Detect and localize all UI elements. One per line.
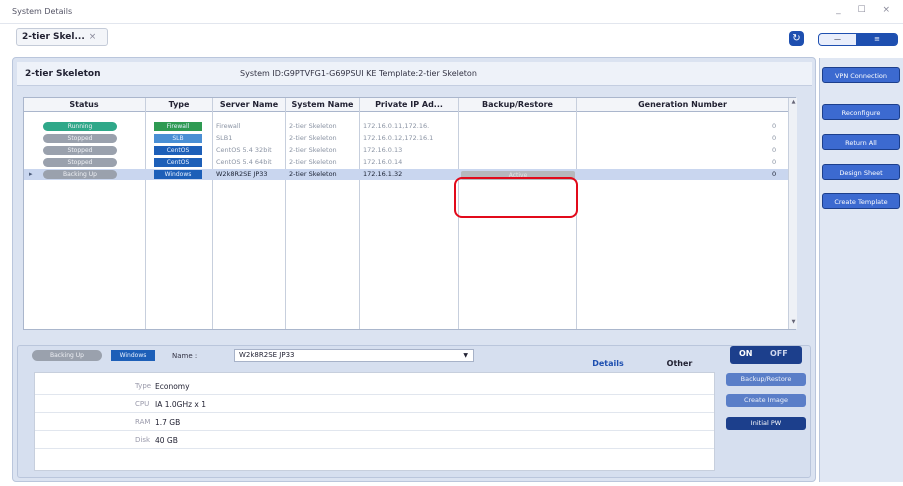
tab-system-skeleton[interactable]: 2-tier Skel... × xyxy=(16,28,108,46)
scroll-up-icon[interactable]: ▲ xyxy=(790,99,797,108)
table-row[interactable]: Stopped CentOS CentOS 5.4 32bit 2-tier Skel… xyxy=(24,145,788,156)
detail-key: RAM xyxy=(135,418,151,426)
table-row[interactable]: Stopped SLB SLB1 2-tier Skeleton 172.16.0.12… xyxy=(24,133,788,144)
system-name-cell: 2-tier Skeleton xyxy=(289,158,337,166)
detail-value: 1.7 GB xyxy=(155,418,181,427)
col-server-name[interactable]: Server Name xyxy=(213,100,285,109)
server-name-select[interactable]: W2k8R2SE JP33 ▼ xyxy=(234,349,474,362)
detail-row: RAM 1.7 GB xyxy=(35,415,714,431)
server-name-cell: W2k8R2SE JP33 xyxy=(216,170,268,178)
col-system-name[interactable]: System Name xyxy=(286,100,359,109)
col-status[interactable]: Status xyxy=(24,100,144,109)
name-label: Name : xyxy=(172,352,198,360)
system-name: 2-tier Skeleton xyxy=(25,69,101,79)
private-ip-cell: 172.16.0.13 xyxy=(363,146,403,154)
col-generation-number[interactable]: Generation Number xyxy=(577,100,788,109)
create-template-button[interactable]: Create Template xyxy=(822,193,900,209)
power-on-button[interactable]: ON xyxy=(739,349,753,358)
detail-value: IA 1.0GHz x 1 xyxy=(155,400,207,409)
private-ip-cell: 172.16.0.11,172.16. xyxy=(363,122,430,130)
detail-key: CPU xyxy=(135,400,150,408)
details-panel: Type Economy CPU IA 1.0GHz x 1 RAM 1.7 G… xyxy=(34,372,715,471)
generation-number-cell: 0 xyxy=(772,158,777,166)
detail-value: 40 GB xyxy=(155,436,178,445)
generation-number-cell: 0 xyxy=(772,134,777,142)
refresh-icon[interactable]: ↻ xyxy=(789,31,804,46)
table-row[interactable]: Running Firewall Firewall 2-tier Skeleton 17… xyxy=(24,121,788,132)
window-titlebar: System Details _ ☐ × xyxy=(0,0,903,24)
server-name-cell: CentOS 5.4 64bit xyxy=(216,158,272,166)
tab-close-icon[interactable]: × xyxy=(89,32,97,42)
design-sheet-button[interactable]: Design Sheet xyxy=(822,164,900,180)
type-badge: SLB xyxy=(154,134,202,143)
initial-pw-button[interactable]: Initial PW xyxy=(726,417,806,430)
window-controls[interactable]: _ ☐ × xyxy=(836,5,897,15)
create-image-button[interactable]: Create Image xyxy=(726,394,806,407)
view-toggle-right[interactable]: ≡ xyxy=(857,34,897,45)
table-header: Status Type Server Name System Name Priv… xyxy=(24,98,797,112)
status-pill: Stopped xyxy=(43,134,117,143)
server-name-value: W2k8R2SE JP33 xyxy=(239,351,295,359)
status-pill: Backing Up xyxy=(43,170,117,179)
view-toggle-left[interactable]: — xyxy=(819,34,857,45)
col-type[interactable]: Type xyxy=(146,100,212,109)
power-off-button[interactable]: OFF xyxy=(770,349,788,358)
generation-number-cell: 0 xyxy=(772,146,777,154)
system-name-cell: 2-tier Skeleton xyxy=(289,134,337,142)
server-name-cell: CentOS 5.4 32bit xyxy=(216,146,272,154)
system-name-cell: 2-tier Skeleton xyxy=(289,146,337,154)
power-toggle[interactable]: ON OFF xyxy=(730,346,802,364)
detail-key: Disk xyxy=(135,436,151,444)
generation-number-cell: 0 xyxy=(772,170,777,178)
scroll-down-icon[interactable]: ▼ xyxy=(790,319,797,328)
private-ip-cell: 172.16.0.12,172.16.1 xyxy=(363,134,434,142)
table-row[interactable]: Stopped CentOS CentOS 5.4 64bit 2-tier Skel… xyxy=(24,157,788,168)
reconfigure-button[interactable]: Reconfigure xyxy=(822,104,900,120)
table-scrollbar[interactable]: ▲ ▼ xyxy=(788,98,797,329)
detail-row: Type Economy xyxy=(35,379,714,395)
detail-row: Disk 40 GB xyxy=(35,433,714,449)
server-name-cell: SLB1 xyxy=(216,134,233,142)
private-ip-cell: 172.16.0.14 xyxy=(363,158,403,166)
status-pill: Stopped xyxy=(43,146,117,155)
tab-other[interactable]: Other xyxy=(652,359,707,373)
system-name-cell: 2-tier Skeleton xyxy=(289,122,337,130)
col-private-ip[interactable]: Private IP Ad... xyxy=(360,100,458,109)
expand-arrow-icon[interactable]: ▸ xyxy=(29,170,33,178)
server-status-badge: Backing Up xyxy=(32,350,102,361)
tab-label: 2-tier Skel... xyxy=(22,32,85,42)
generation-number-cell: 0 xyxy=(772,122,777,130)
detail-key: Type xyxy=(135,382,152,390)
tab-details[interactable]: Details xyxy=(579,359,637,373)
detail-value: Economy xyxy=(155,382,190,391)
private-ip-cell: 172.16.1.32 xyxy=(363,170,403,178)
system-name-cell: 2-tier Skeleton xyxy=(289,170,337,178)
chevron-down-icon[interactable]: ▼ xyxy=(463,350,468,361)
backup-restore-button[interactable]: Backup/Restore xyxy=(726,373,806,386)
detail-row: CPU IA 1.0GHz x 1 xyxy=(35,397,714,413)
type-badge: Firewall xyxy=(154,122,202,131)
view-toggle[interactable]: — ≡ xyxy=(818,33,898,46)
status-pill: Running xyxy=(43,122,117,131)
tab-bar: 2-tier Skel... × xyxy=(0,24,815,54)
type-badge: CentOS xyxy=(154,158,202,167)
sidebar xyxy=(819,58,903,482)
window-title: System Details xyxy=(12,7,73,16)
col-backup-restore[interactable]: Backup/Restore xyxy=(459,100,576,109)
type-badge: Windows xyxy=(154,170,202,179)
status-pill: Stopped xyxy=(43,158,117,167)
type-badge: CentOS xyxy=(154,146,202,155)
server-table: Status Type Server Name System Name Priv… xyxy=(23,97,797,330)
vpn-connection-button[interactable]: VPN Connection xyxy=(822,67,900,83)
server-os-badge: Windows xyxy=(111,350,155,361)
backup-restore-highlight xyxy=(454,177,578,218)
server-name-cell: Firewall xyxy=(216,122,241,130)
table-row[interactable]: ▸ Backing Up Windows W2k8R2SE JP33 2-tier Sk… xyxy=(24,169,788,180)
return-all-button[interactable]: Return All xyxy=(822,134,900,150)
system-info: System ID:G9PTVFG1-G69PSUI KE Template:2… xyxy=(240,69,477,78)
